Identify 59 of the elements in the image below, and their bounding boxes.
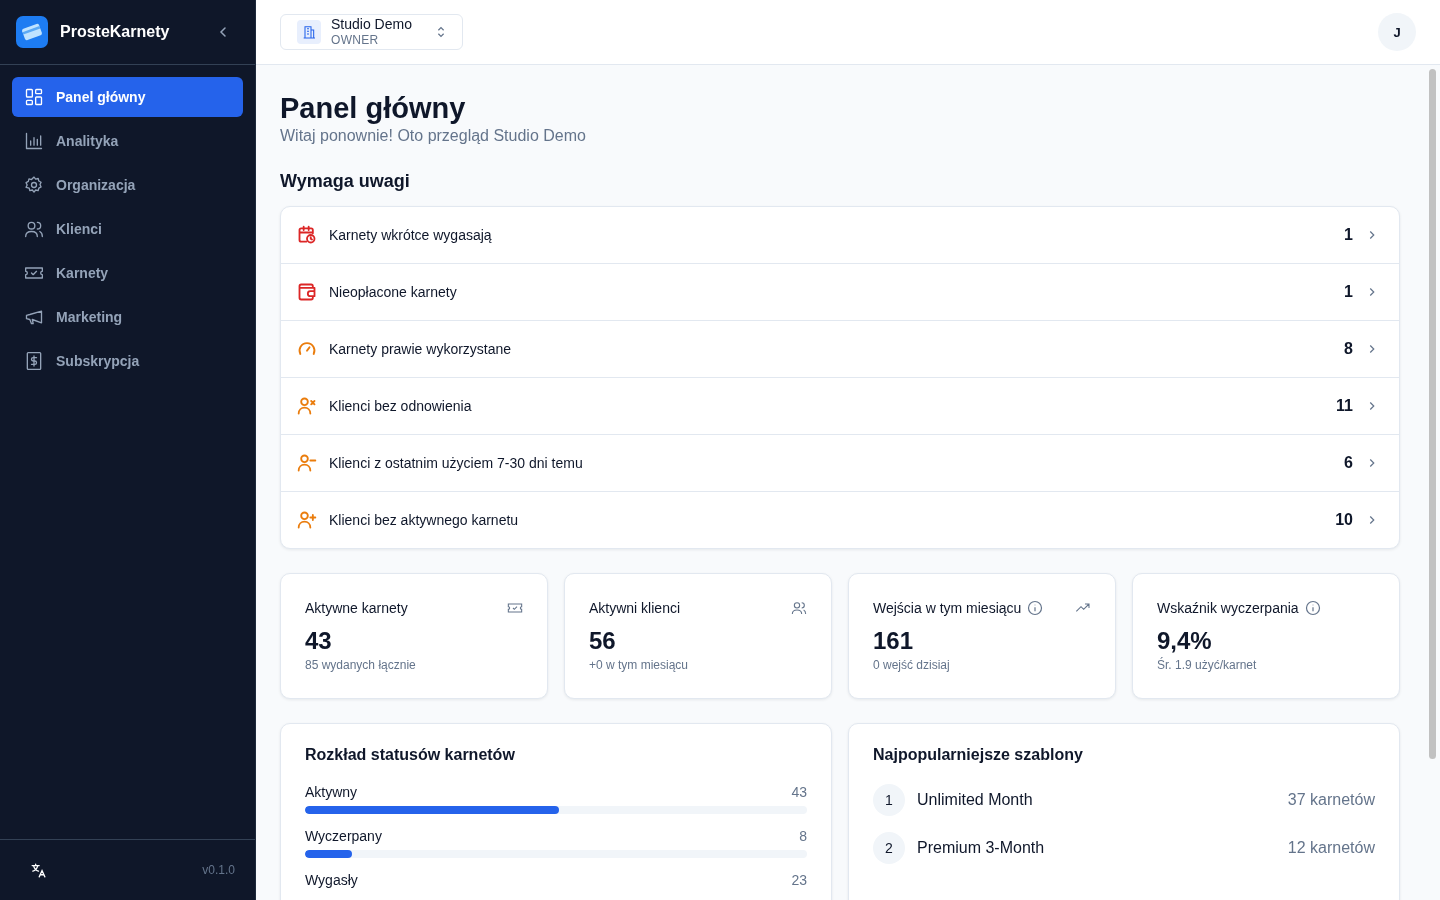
bar-chart-icon — [24, 131, 44, 151]
stat-value: 43 — [305, 626, 333, 656]
stat-label: Aktywne karnety — [305, 600, 408, 616]
status-label: Aktywny — [305, 784, 358, 800]
rank-badge: 1 — [873, 784, 905, 816]
translate-icon[interactable] — [30, 861, 47, 879]
attention-item[interactable]: Karnety wkrótce wygasają 1 — [281, 207, 1399, 264]
users-icon — [791, 600, 807, 616]
user-avatar[interactable]: J — [1378, 13, 1416, 51]
stat-note: 0 wejść dzisiaj — [873, 658, 951, 672]
attention-item[interactable]: Karnety prawie wykorzystane 8 — [281, 321, 1399, 378]
info-icon[interactable] — [1304, 600, 1321, 616]
workspace-switcher[interactable]: Studio Demo OWNER — [280, 14, 463, 50]
template-name: Unlimited Month — [917, 791, 1034, 809]
card-title: Najpopularniejsze szablony — [873, 746, 1084, 764]
ticket-icon — [507, 600, 523, 616]
section-title: Wymaga uwagi — [280, 171, 411, 192]
status-count: 23 — [791, 872, 807, 888]
sidebar-item[interactable]: Analityka — [12, 121, 243, 161]
stat-note: 85 wydanych łącznie — [305, 658, 417, 672]
page-title: Panel główny — [280, 91, 467, 126]
brand-name: ProsteKarnety — [60, 23, 171, 41]
attention-item[interactable]: Nieopłacone karnety 1 — [281, 264, 1399, 321]
page-subtitle: Witaj ponownie! Oto przegląd Studio Demo — [280, 127, 587, 145]
version-label: v0.1.0 — [202, 863, 235, 877]
building-icon — [301, 24, 317, 40]
status-count: 8 — [799, 828, 807, 844]
logo-icon — [16, 16, 48, 48]
stat-label: Aktywni klienci — [589, 600, 681, 616]
sidebar-item[interactable]: Marketing — [12, 297, 243, 337]
attention-item[interactable]: Klienci bez odnowienia 11 — [281, 378, 1399, 435]
sidebar-item[interactable]: Organizacja — [12, 165, 243, 205]
stat-note: +0 w tym miesiącu — [589, 658, 690, 672]
card-title: Rozkład statusów karnetów — [305, 746, 516, 764]
status-label: Wyczerpany — [305, 828, 382, 844]
grid-icon — [24, 87, 44, 107]
sidebar-item[interactable]: Subskrypcja — [12, 341, 243, 381]
sidebar-item[interactable]: Karnety — [12, 253, 243, 293]
sidebar-item[interactable]: Panel główny — [12, 77, 243, 117]
status-label: Wygasły — [305, 872, 358, 888]
scrollbar[interactable] — [1429, 69, 1436, 759]
attention-item[interactable]: Klienci bez aktywnego karnetu 10 — [281, 492, 1399, 548]
rank-badge: 2 — [873, 832, 905, 864]
stat-note: Śr. 1.9 użyć/karnet — [1157, 658, 1258, 672]
template-count: 12 karnetów — [1287, 839, 1375, 857]
info-icon[interactable] — [1027, 600, 1044, 616]
stat-label: Wejścia w tym miesiącu — [873, 600, 1022, 616]
stat-value: 161 — [873, 626, 915, 656]
stat-value: 9,4% — [1157, 626, 1213, 656]
settings-icon — [24, 175, 44, 195]
stat-label: Wskaźnik wyczerpania — [1157, 600, 1299, 616]
stat-value: 56 — [589, 626, 617, 656]
dollar-icon — [24, 351, 44, 371]
users-icon — [24, 219, 44, 239]
status-count: 43 — [791, 784, 807, 800]
template-name: Premium 3-Month — [917, 839, 1046, 857]
sidebar-item[interactable]: Klienci — [12, 209, 243, 249]
template-count: 37 karnetów — [1287, 791, 1375, 809]
attention-item[interactable]: Klienci z ostatnim użyciem 7-30 dni temu 6 — [281, 435, 1399, 492]
